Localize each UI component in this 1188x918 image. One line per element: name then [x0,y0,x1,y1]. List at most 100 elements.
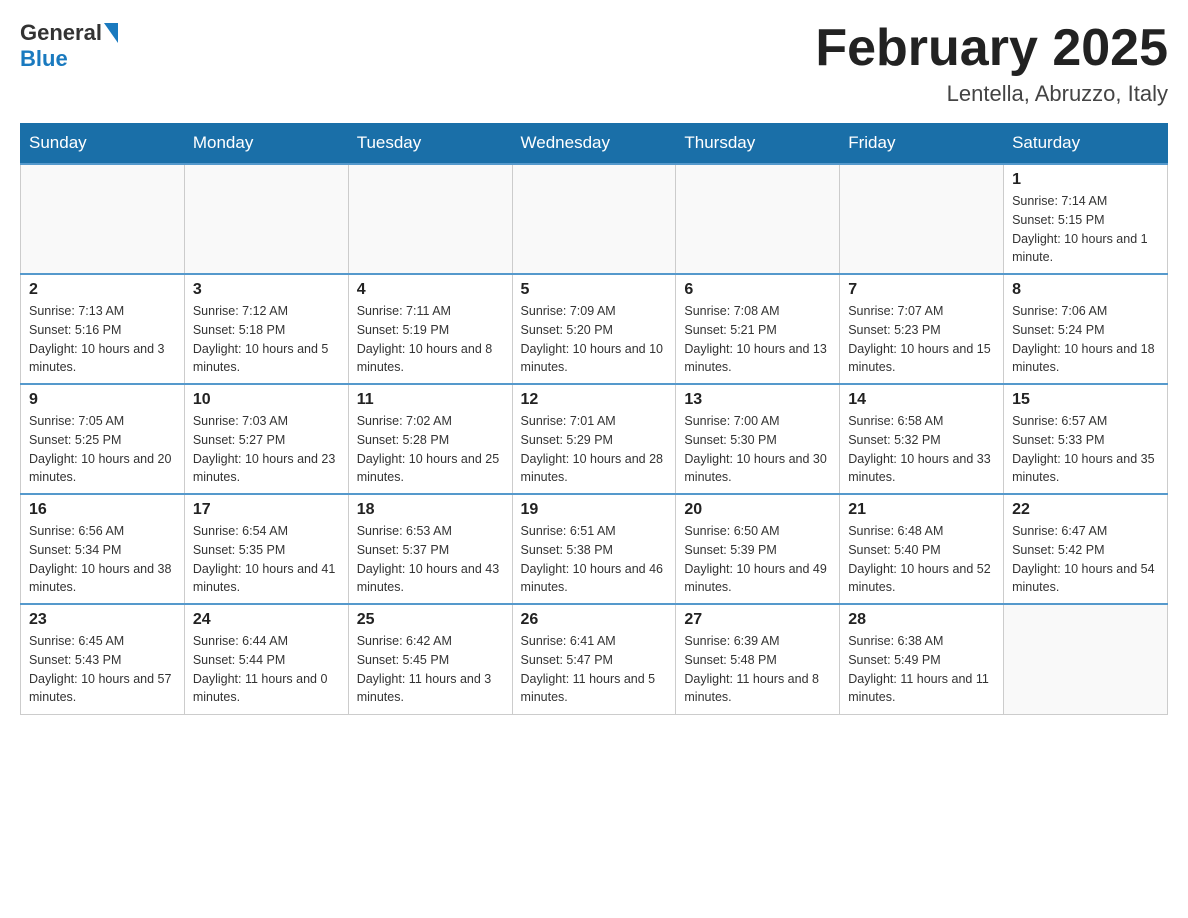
calendar-cell: 24 Sunrise: 6:44 AMSunset: 5:44 PMDayligh… [184,604,348,714]
calendar-cell: 16 Sunrise: 6:56 AMSunset: 5:34 PMDayligh… [21,494,185,604]
day-number: 11 [357,391,504,409]
calendar-cell: 5 Sunrise: 7:09 AMSunset: 5:20 PMDaylight… [512,274,676,384]
day-number: 21 [848,501,995,519]
title-block: February 2025 Lentella, Abruzzo, Italy [815,20,1168,107]
day-number: 13 [684,391,831,409]
calendar-cell: 11 Sunrise: 7:02 AMSunset: 5:28 PMDayligh… [348,384,512,494]
day-number: 7 [848,281,995,299]
day-number: 19 [521,501,668,519]
calendar-cell [512,164,676,274]
calendar-cell [676,164,840,274]
day-info: Sunrise: 6:53 AMSunset: 5:37 PMDaylight:… [357,522,504,597]
day-info: Sunrise: 6:54 AMSunset: 5:35 PMDaylight:… [193,522,340,597]
calendar-week-row: 23 Sunrise: 6:45 AMSunset: 5:43 PMDayligh… [21,604,1168,714]
calendar-cell: 27 Sunrise: 6:39 AMSunset: 5:48 PMDayligh… [676,604,840,714]
day-info: Sunrise: 6:41 AMSunset: 5:47 PMDaylight:… [521,632,668,707]
day-number: 27 [684,611,831,629]
day-number: 23 [29,611,176,629]
day-number: 28 [848,611,995,629]
calendar-cell: 3 Sunrise: 7:12 AMSunset: 5:18 PMDaylight… [184,274,348,384]
day-number: 12 [521,391,668,409]
calendar-cell: 6Sunrise: 7:08 AMSunset: 5:21 PMDaylight… [676,274,840,384]
calendar-cell: 20 Sunrise: 6:50 AMSunset: 5:39 PMDayligh… [676,494,840,604]
weekday-header-sunday: Sunday [21,123,185,164]
calendar-cell [840,164,1004,274]
day-info: Sunrise: 7:02 AMSunset: 5:28 PMDaylight:… [357,412,504,487]
calendar-week-row: 1 Sunrise: 7:14 AMSunset: 5:15 PMDaylight… [21,164,1168,274]
day-info: Sunrise: 7:03 AMSunset: 5:27 PMDaylight:… [193,412,340,487]
calendar-cell: 14Sunrise: 6:58 AMSunset: 5:32 PMDayligh… [840,384,1004,494]
calendar-cell [184,164,348,274]
day-info: Sunrise: 7:05 AMSunset: 5:25 PMDaylight:… [29,412,176,487]
day-info: Sunrise: 6:39 AMSunset: 5:48 PMDaylight:… [684,632,831,707]
calendar-cell: 21 Sunrise: 6:48 AMSunset: 5:40 PMDayligh… [840,494,1004,604]
calendar-body: 1 Sunrise: 7:14 AMSunset: 5:15 PMDaylight… [21,164,1168,714]
day-info: Sunrise: 6:45 AMSunset: 5:43 PMDaylight:… [29,632,176,707]
calendar-week-row: 9 Sunrise: 7:05 AMSunset: 5:25 PMDaylight… [21,384,1168,494]
day-info: Sunrise: 6:42 AMSunset: 5:45 PMDaylight:… [357,632,504,707]
logo-arrow-icon [104,23,118,43]
calendar-header: SundayMondayTuesdayWednesdayThursdayFrid… [21,123,1168,164]
day-number: 5 [521,281,668,299]
calendar-cell: 10 Sunrise: 7:03 AMSunset: 5:27 PMDayligh… [184,384,348,494]
weekday-header-friday: Friday [840,123,1004,164]
weekday-header-tuesday: Tuesday [348,123,512,164]
day-info: Sunrise: 7:11 AMSunset: 5:19 PMDaylight:… [357,302,504,377]
logo-blue-text: Blue [20,46,68,71]
calendar-cell: 22Sunrise: 6:47 AMSunset: 5:42 PMDayligh… [1004,494,1168,604]
calendar-cell [21,164,185,274]
calendar-cell: 26 Sunrise: 6:41 AMSunset: 5:47 PMDayligh… [512,604,676,714]
calendar-cell: 8 Sunrise: 7:06 AMSunset: 5:24 PMDaylight… [1004,274,1168,384]
calendar-cell: 1 Sunrise: 7:14 AMSunset: 5:15 PMDaylight… [1004,164,1168,274]
calendar-cell: 13Sunrise: 7:00 AMSunset: 5:30 PMDayligh… [676,384,840,494]
weekday-header-thursday: Thursday [676,123,840,164]
calendar-cell: 18 Sunrise: 6:53 AMSunset: 5:37 PMDayligh… [348,494,512,604]
day-number: 16 [29,501,176,519]
calendar-table: SundayMondayTuesdayWednesdayThursdayFrid… [20,123,1168,715]
day-info: Sunrise: 6:48 AMSunset: 5:40 PMDaylight:… [848,522,995,597]
calendar-week-row: 16 Sunrise: 6:56 AMSunset: 5:34 PMDayligh… [21,494,1168,604]
logo-general-text: General [20,20,102,46]
day-info: Sunrise: 7:09 AMSunset: 5:20 PMDaylight:… [521,302,668,377]
day-number: 4 [357,281,504,299]
month-title: February 2025 [815,20,1168,77]
calendar-cell: 19 Sunrise: 6:51 AMSunset: 5:38 PMDayligh… [512,494,676,604]
calendar-cell: 25 Sunrise: 6:42 AMSunset: 5:45 PMDayligh… [348,604,512,714]
calendar-cell: 12Sunrise: 7:01 AMSunset: 5:29 PMDayligh… [512,384,676,494]
calendar-cell: 4 Sunrise: 7:11 AMSunset: 5:19 PMDaylight… [348,274,512,384]
calendar-cell: 2 Sunrise: 7:13 AMSunset: 5:16 PMDaylight… [21,274,185,384]
day-info: Sunrise: 6:47 AMSunset: 5:42 PMDaylight:… [1012,522,1159,597]
day-number: 3 [193,281,340,299]
day-info: Sunrise: 6:38 AMSunset: 5:49 PMDaylight:… [848,632,995,707]
day-number: 1 [1012,171,1159,189]
day-info: Sunrise: 7:07 AMSunset: 5:23 PMDaylight:… [848,302,995,377]
location-subtitle: Lentella, Abruzzo, Italy [815,81,1168,107]
day-info: Sunrise: 7:13 AMSunset: 5:16 PMDaylight:… [29,302,176,377]
day-number: 9 [29,391,176,409]
calendar-cell [1004,604,1168,714]
weekday-header-wednesday: Wednesday [512,123,676,164]
day-info: Sunrise: 6:44 AMSunset: 5:44 PMDaylight:… [193,632,340,707]
day-info: Sunrise: 6:50 AMSunset: 5:39 PMDaylight:… [684,522,831,597]
day-info: Sunrise: 6:57 AMSunset: 5:33 PMDaylight:… [1012,412,1159,487]
day-number: 2 [29,281,176,299]
day-number: 24 [193,611,340,629]
day-info: Sunrise: 6:56 AMSunset: 5:34 PMDaylight:… [29,522,176,597]
day-number: 25 [357,611,504,629]
day-number: 14 [848,391,995,409]
calendar-week-row: 2 Sunrise: 7:13 AMSunset: 5:16 PMDaylight… [21,274,1168,384]
calendar-cell: 7 Sunrise: 7:07 AMSunset: 5:23 PMDaylight… [840,274,1004,384]
day-number: 20 [684,501,831,519]
day-number: 8 [1012,281,1159,299]
day-info: Sunrise: 7:12 AMSunset: 5:18 PMDaylight:… [193,302,340,377]
day-info: Sunrise: 7:06 AMSunset: 5:24 PMDaylight:… [1012,302,1159,377]
calendar-cell: 9 Sunrise: 7:05 AMSunset: 5:25 PMDaylight… [21,384,185,494]
calendar-cell: 23 Sunrise: 6:45 AMSunset: 5:43 PMDayligh… [21,604,185,714]
day-info: Sunrise: 7:14 AMSunset: 5:15 PMDaylight:… [1012,192,1159,267]
weekday-header-saturday: Saturday [1004,123,1168,164]
day-number: 18 [357,501,504,519]
calendar-cell [348,164,512,274]
day-number: 10 [193,391,340,409]
day-info: Sunrise: 6:51 AMSunset: 5:38 PMDaylight:… [521,522,668,597]
day-number: 26 [521,611,668,629]
